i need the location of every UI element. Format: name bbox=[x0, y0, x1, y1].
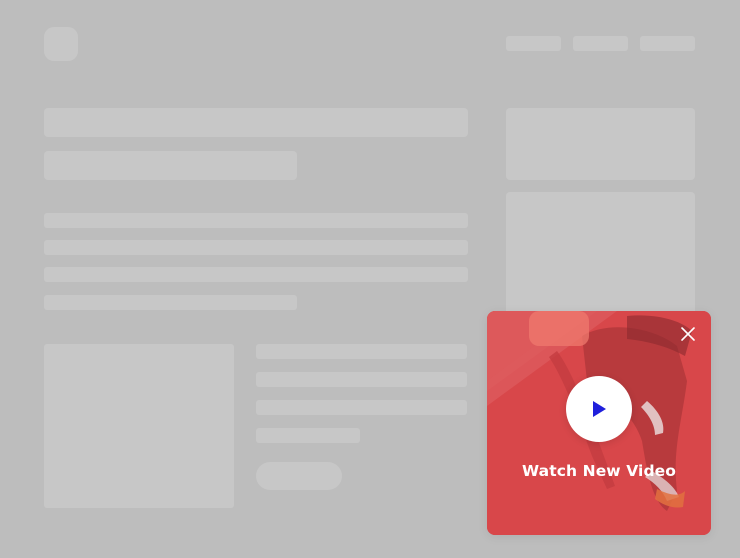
image-placeholder bbox=[44, 344, 234, 508]
close-button[interactable] bbox=[679, 325, 697, 343]
text-line-placeholder bbox=[256, 400, 467, 415]
play-icon bbox=[593, 401, 606, 417]
title-placeholder bbox=[44, 108, 468, 137]
sidebar-card-placeholder bbox=[506, 108, 695, 180]
nav-item-placeholder bbox=[506, 36, 561, 51]
text-line-placeholder bbox=[44, 213, 468, 228]
watch-video-label[interactable]: Watch New Video bbox=[487, 462, 711, 480]
text-line-placeholder bbox=[256, 428, 360, 443]
close-icon bbox=[681, 327, 695, 341]
text-line-placeholder bbox=[44, 295, 297, 310]
sidebar-card-placeholder bbox=[506, 192, 695, 317]
title-placeholder bbox=[44, 151, 297, 180]
logo-placeholder bbox=[44, 27, 78, 61]
text-line-placeholder bbox=[44, 240, 468, 255]
text-line-placeholder bbox=[44, 267, 468, 282]
video-popup[interactable]: Watch New Video bbox=[487, 311, 711, 535]
nav-item-placeholder bbox=[573, 36, 628, 51]
text-line-placeholder bbox=[256, 344, 467, 359]
play-button[interactable] bbox=[566, 376, 632, 442]
button-placeholder bbox=[256, 462, 342, 490]
text-line-placeholder bbox=[256, 372, 467, 387]
nav-item-placeholder bbox=[640, 36, 695, 51]
